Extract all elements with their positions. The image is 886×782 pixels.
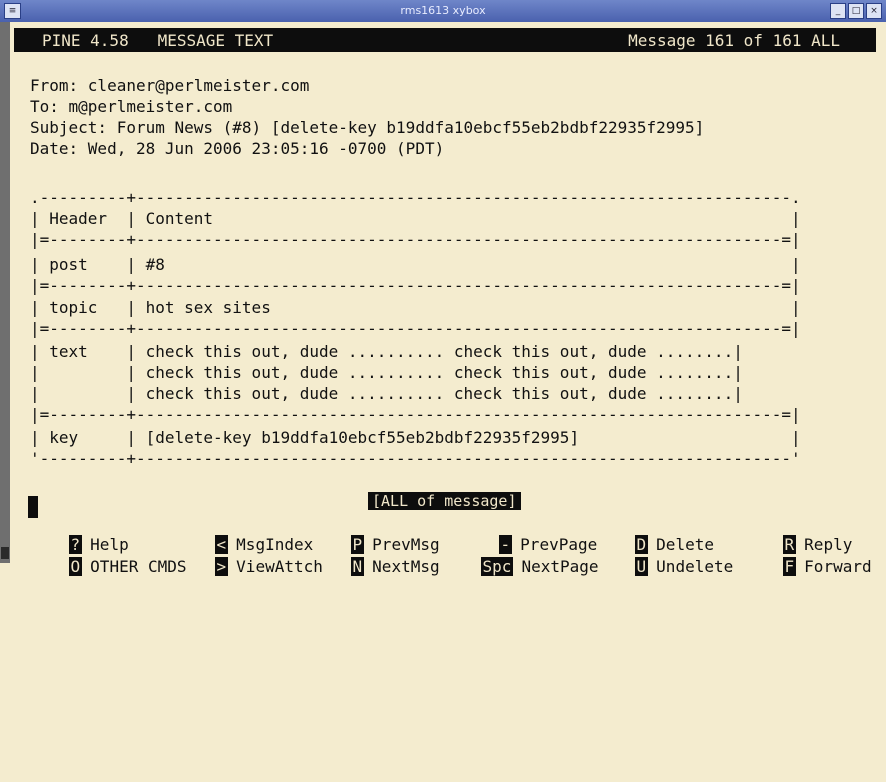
scrollbar-thumb[interactable] [1,547,9,559]
cmd-undelete[interactable]: U Undelete [596,538,733,595]
header-from: From: cleaner@perlmeister.com [30,76,310,95]
cmd-forward-label: Forward [804,557,872,576]
cmd-nextpage[interactable]: Spc NextPage [442,538,599,595]
cmd-forward[interactable]: F Forward [744,538,872,595]
cmd-other-label: OTHER CMDS [90,557,187,576]
table-row: | key | [delete-key b19ddfa10ebcf55eb2bd… [30,428,801,447]
cursor-block [28,496,38,518]
table-row: | | check this out, dude .......... chec… [30,363,743,382]
table-row: | topic | hot sex sites | [30,298,801,317]
cmd-viewattch[interactable]: > ViewAttch [176,538,323,595]
maximize-icon[interactable]: □ [848,3,864,19]
cmd-forward-key: F [782,557,797,576]
window-title: rms1613 xybox [400,4,486,17]
cmd-other[interactable]: O OTHER CMDS [30,538,187,595]
cmd-other-key: O [68,557,83,576]
message-counter: Message 161 of 161 ALL [628,31,840,50]
cmd-viewattch-label: ViewAttch [236,557,323,576]
window-titlebar: ≡ rms1613 xybox _ □ × [0,0,886,22]
table-separator: |=--------+-----------------------------… [30,230,801,249]
header-subject: Subject: Forum News (#8) [delete-key b19… [30,118,705,137]
terminal-scrollbar[interactable] [0,22,10,563]
close-icon[interactable]: × [866,3,882,19]
window-controls: _ □ × [830,3,882,19]
table-row: | post | #8 | [30,255,801,274]
status-message: [ALL of message] [368,492,521,510]
table-row: | | check this out, dude .......... chec… [30,384,743,403]
table-separator: |=--------+-----------------------------… [30,405,801,424]
pine-header-bar: PINE 4.58 MESSAGE TEXT Message 161 of 16… [14,28,876,52]
cmd-undelete-key: U [634,557,649,576]
cmd-viewattch-key: > [214,557,229,576]
header-date: Date: Wed, 28 Jun 2006 23:05:16 -0700 (P… [30,139,445,158]
cmd-nextpage-key: Spc [480,557,514,576]
table-border-top: .---------+-----------------------------… [30,188,801,207]
table-border-bottom: '---------+-----------------------------… [30,449,801,468]
table-row: | Header | Content | [30,209,801,228]
table-row: | text | check this out, dude ..........… [30,342,743,361]
cmd-nextmsg-key: N [350,557,365,576]
cmd-nextpage-label: NextPage [521,557,599,576]
cmd-nextmsg-label: NextMsg [372,557,440,576]
terminal[interactable]: PINE 4.58 MESSAGE TEXT Message 161 of 16… [10,22,886,576]
cmd-nextmsg[interactable]: N NextMsg [312,538,440,595]
cmd-undelete-label: Undelete [656,557,734,576]
header-to: To: m@perlmeister.com [30,97,233,116]
table-separator: |=--------+-----------------------------… [30,319,801,338]
pine-screen-title: PINE 4.58 MESSAGE TEXT [42,31,274,50]
table-separator: |=--------+-----------------------------… [30,276,801,295]
minimize-icon[interactable]: _ [830,3,846,19]
